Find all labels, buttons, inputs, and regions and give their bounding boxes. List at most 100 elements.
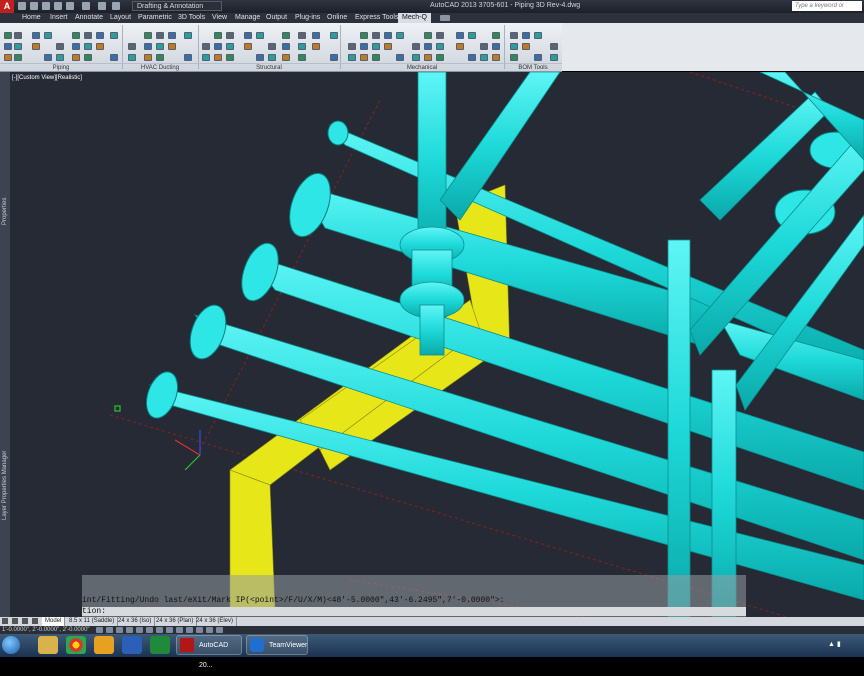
ribbon-tool-icon[interactable]	[168, 32, 176, 39]
ribbon-tool-icon[interactable]	[72, 43, 80, 50]
ribbon-tool-icon[interactable]	[372, 54, 380, 61]
status-toggle-icon[interactable]	[206, 627, 213, 633]
layout-first-icon[interactable]	[2, 618, 8, 624]
layout-tab-saddle[interactable]: 8.5 x 11 (Saddle)	[66, 617, 119, 626]
ribbon-tool-icon[interactable]	[282, 32, 290, 39]
status-toggle-icon[interactable]	[176, 627, 183, 633]
ribbon-tool-icon[interactable]	[268, 43, 276, 50]
ribbon-tool-icon[interactable]	[436, 54, 444, 61]
ribbon-tool-icon[interactable]	[14, 32, 22, 39]
ribbon-tool-icon[interactable]	[226, 43, 234, 50]
ribbon-tool-icon[interactable]	[84, 43, 92, 50]
ribbon-tool-icon[interactable]	[312, 32, 320, 39]
ribbon-tool-icon[interactable]	[4, 54, 12, 61]
viewport-controls[interactable]: [-][Custom View][Realistic]	[12, 75, 82, 81]
start-button[interactable]	[2, 636, 20, 654]
drawing-viewport[interactable]	[10, 72, 864, 617]
status-toggle-icon[interactable]	[106, 627, 113, 633]
ribbon-tool-icon[interactable]	[282, 54, 290, 61]
ribbon-tool-icon[interactable]	[56, 43, 64, 50]
ribbon-tool-icon[interactable]	[244, 32, 252, 39]
tab-view[interactable]: View	[212, 13, 227, 23]
ribbon-tool-icon[interactable]	[534, 54, 542, 61]
status-toggle-icon[interactable]	[126, 627, 133, 633]
ribbon-tool-icon[interactable]	[298, 32, 306, 39]
ribbon-tool-icon[interactable]	[510, 43, 518, 50]
new-file-icon[interactable]	[18, 2, 26, 10]
ribbon-tool-icon[interactable]	[480, 43, 488, 50]
ribbon-tool-icon[interactable]	[214, 32, 222, 39]
tab-layout[interactable]: Layout	[110, 13, 131, 23]
ribbon-tool-icon[interactable]	[144, 43, 152, 50]
status-toggle-icon[interactable]	[96, 627, 103, 633]
ribbon-tool-icon[interactable]	[360, 32, 368, 39]
ribbon-tool-icon[interactable]	[492, 32, 500, 39]
ribbon-tool-icon[interactable]	[244, 43, 252, 50]
ribbon-tool-icon[interactable]	[534, 32, 542, 39]
ribbon-tool-icon[interactable]	[510, 54, 518, 61]
ribbon-tool-icon[interactable]	[96, 43, 104, 50]
ribbon-tool-icon[interactable]	[424, 43, 432, 50]
ribbon-tool-icon[interactable]	[214, 43, 222, 50]
explorer-icon[interactable]	[38, 636, 58, 654]
ribbon-tool-icon[interactable]	[348, 54, 356, 61]
ribbon-tool-icon[interactable]	[522, 43, 530, 50]
tab-home[interactable]: Home	[22, 13, 41, 23]
word-icon[interactable]	[122, 636, 142, 654]
ribbon-tool-icon[interactable]	[330, 54, 338, 61]
ribbon-tool-icon[interactable]	[468, 32, 476, 39]
ribbon-tool-icon[interactable]	[226, 32, 234, 39]
save-icon[interactable]	[42, 2, 50, 10]
ribbon-tool-icon[interactable]	[468, 54, 476, 61]
ribbon-tool-icon[interactable]	[44, 32, 52, 39]
ribbon-tool-icon[interactable]	[480, 54, 488, 61]
tab-output[interactable]: Output	[266, 13, 287, 23]
ribbon-tool-icon[interactable]	[4, 32, 12, 39]
ribbon-tool-icon[interactable]	[128, 43, 136, 50]
ribbon-tool-icon[interactable]	[268, 54, 276, 61]
ribbon-tool-icon[interactable]	[412, 54, 420, 61]
ribbon-tool-icon[interactable]	[256, 32, 264, 39]
layout-tab-model[interactable]: Model	[42, 617, 66, 626]
ribbon-tool-icon[interactable]	[396, 54, 404, 61]
ribbon-tool-icon[interactable]	[256, 54, 264, 61]
status-toggle-icon[interactable]	[216, 627, 223, 633]
tab-parametric[interactable]: Parametric	[138, 13, 172, 23]
layout-tab-plan[interactable]: 24 x 36 (Plan)	[153, 617, 198, 626]
ribbon-tool-icon[interactable]	[32, 43, 40, 50]
ribbon-tool-icon[interactable]	[184, 32, 192, 39]
ribbon-tool-icon[interactable]	[522, 32, 530, 39]
ribbon-tool-icon[interactable]	[14, 43, 22, 50]
ribbon-tool-icon[interactable]	[456, 32, 464, 39]
ribbon-tool-icon[interactable]	[348, 43, 356, 50]
ribbon-tool-icon[interactable]	[298, 54, 306, 61]
ribbon-tool-icon[interactable]	[396, 32, 404, 39]
layer-manager-palette-tab[interactable]: Layer Properties Manager	[2, 451, 8, 520]
ribbon-tool-icon[interactable]	[360, 54, 368, 61]
undo-icon[interactable]	[98, 2, 106, 10]
tab-annotate[interactable]: Annotate	[75, 13, 103, 23]
ribbon-tool-icon[interactable]	[14, 54, 22, 61]
ribbon-tool-icon[interactable]	[56, 54, 64, 61]
application-menu-button[interactable]: A	[0, 0, 14, 13]
system-tray[interactable]: ▲ ▮	[828, 640, 841, 648]
ribbon-toggle-icon[interactable]	[440, 15, 450, 21]
open-file-icon[interactable]	[30, 2, 38, 10]
ribbon-tool-icon[interactable]	[84, 54, 92, 61]
ribbon-tool-icon[interactable]	[144, 32, 152, 39]
ribbon-tool-icon[interactable]	[226, 54, 234, 61]
save-as-icon[interactable]	[54, 2, 62, 10]
status-toggle-icon[interactable]	[146, 627, 153, 633]
ribbon-tool-icon[interactable]	[4, 43, 12, 50]
ribbon-tool-icon[interactable]	[436, 32, 444, 39]
plot-icon[interactable]	[66, 2, 74, 10]
status-toggle-icon[interactable]	[136, 627, 143, 633]
ribbon-tool-icon[interactable]	[360, 43, 368, 50]
ribbon-tool-icon[interactable]	[184, 54, 192, 61]
ribbon-tool-icon[interactable]	[156, 54, 164, 61]
search-input[interactable]: Type a keyword or phrase	[792, 1, 862, 19]
ribbon-tool-icon[interactable]	[550, 43, 558, 50]
ribbon-tool-icon[interactable]	[384, 43, 392, 50]
ribbon-tool-icon[interactable]	[492, 54, 500, 61]
ribbon-tool-icon[interactable]	[84, 32, 92, 39]
